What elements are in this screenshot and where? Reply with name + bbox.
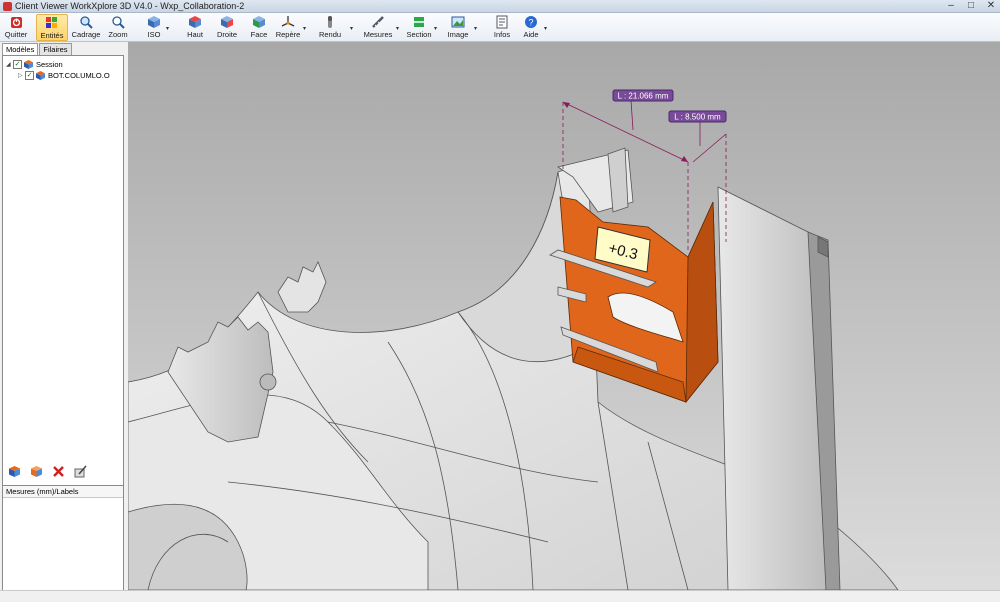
zoom-button[interactable]: Zoom (106, 14, 130, 41)
close-button[interactable]: ✕ (986, 0, 996, 13)
fit-icon (79, 15, 93, 29)
measures-panel: Mesures (mm)/Labels (2, 485, 124, 591)
entities-icon (45, 16, 59, 30)
info-icon (495, 15, 509, 29)
top-view-icon (188, 15, 202, 29)
help-label: Aide (523, 30, 539, 39)
right-view-button[interactable]: Droite (214, 14, 240, 41)
session-checkbox[interactable]: ✓ (13, 60, 22, 69)
svg-text:?: ? (528, 18, 533, 28)
quit-label: Quitter (4, 30, 28, 39)
model-checkbox[interactable]: ✓ (25, 71, 34, 80)
axis-icon (281, 15, 295, 29)
info-button[interactable]: Infos (491, 14, 513, 41)
axis-label: Repère (275, 30, 301, 39)
right-view-icon (220, 15, 234, 29)
section-dropdown-arrow[interactable]: ▾ (434, 25, 437, 32)
zoom-icon (111, 15, 125, 29)
tree-item-session[interactable]: ◢ ✓ Session (6, 59, 63, 70)
render-label: Rendu (318, 30, 342, 39)
axis-button[interactable]: Repère (275, 14, 301, 41)
render-icon (323, 15, 337, 29)
quit-button[interactable]: Quitter (3, 14, 29, 41)
info-label: Infos (493, 30, 511, 39)
3d-viewport[interactable]: L : 21.066 mm L : 8.500 mm +0.3 (128, 42, 1000, 590)
entities-button[interactable]: Entités (36, 14, 68, 41)
app-icon (3, 2, 12, 11)
render-button[interactable]: Rendu (318, 14, 342, 41)
add-model-button[interactable] (7, 464, 21, 478)
cube-add-icon (8, 465, 20, 477)
measure-dropdown-arrow[interactable]: ▾ (396, 25, 399, 32)
measure-label: Mesures (363, 30, 393, 39)
edit-label-button[interactable] (73, 464, 87, 478)
section-icon (412, 15, 426, 29)
window-title: Client Viewer WorkXplore 3D V4.0 - Wxp_C… (15, 1, 245, 11)
tab-wireframes[interactable]: Filaires (39, 43, 72, 55)
measures-header: Mesures (mm)/Labels (3, 486, 123, 498)
model-canvas[interactable]: L : 21.066 mm L : 8.500 mm +0.3 (128, 42, 1000, 590)
edit-icon (74, 465, 87, 477)
svg-text:L : 21.066 mm: L : 21.066 mm (618, 92, 669, 101)
dimension-label-2[interactable]: L : 8.500 mm (668, 110, 727, 123)
delete-button[interactable] (51, 464, 65, 478)
model-tree: ◢ ✓ Session ▷ ✓ BOT.COLUMLO.O (2, 55, 124, 495)
help-icon: ? (524, 15, 538, 29)
render-dropdown-arrow[interactable]: ▾ (350, 25, 353, 32)
image-label: Image (447, 30, 469, 39)
tree-item-model[interactable]: ▷ ✓ BOT.COLUMLO.O (18, 70, 110, 81)
delete-icon (52, 465, 64, 477)
front-view-label: Face (250, 30, 268, 39)
svg-text:L : 8.500 mm: L : 8.500 mm (674, 113, 721, 122)
image-icon (451, 15, 465, 29)
front-view-icon (252, 15, 266, 29)
top-view-button[interactable]: Haut (184, 14, 206, 41)
iso-view-icon (147, 15, 161, 29)
session-cube-icon (24, 60, 33, 69)
quit-icon (9, 15, 23, 29)
right-view-label: Droite (216, 30, 237, 39)
image-dropdown-arrow[interactable]: ▾ (474, 25, 477, 32)
axis-dropdown-arrow[interactable]: ▾ (303, 25, 306, 32)
title-bar: Client Viewer WorkXplore 3D V4.0 - Wxp_C… (0, 0, 1000, 13)
measures-toolbar (2, 460, 127, 482)
front-view-button[interactable]: Face (249, 14, 269, 41)
main-toolbar: Quitter Entités Cadrage Zoom ISO ▾ Haut (0, 13, 1000, 42)
tree-item-label: BOT.COLUMLO.O (48, 71, 110, 80)
collapse-icon[interactable]: ◢ (6, 61, 13, 68)
model-cube-icon (36, 71, 45, 80)
section-label: Section (406, 30, 432, 39)
model-options-button[interactable] (29, 464, 43, 478)
minimize-button[interactable]: – (946, 0, 956, 13)
dimension-label-1[interactable]: L : 21.066 mm (612, 89, 674, 102)
entities-label: Entités (40, 31, 64, 40)
help-dropdown-arrow[interactable]: ▾ (544, 25, 547, 32)
zoom-label: Zoom (108, 30, 128, 39)
iso-view-button[interactable]: ISO (144, 14, 164, 41)
status-bar (0, 590, 1000, 602)
panel-tabs: Modèles Filaires (2, 43, 73, 56)
window-controls: – □ ✕ (946, 0, 996, 13)
measure-icon (371, 15, 385, 29)
iso-dropdown-arrow[interactable]: ▾ (166, 25, 169, 32)
iso-view-label: ISO (147, 30, 161, 39)
expand-icon[interactable]: ▷ (18, 72, 25, 79)
fit-label: Cadrage (71, 30, 101, 39)
cube-settings-icon (30, 465, 42, 477)
top-view-label: Haut (187, 30, 203, 39)
measure-button[interactable]: Mesures (364, 14, 392, 41)
help-button[interactable]: ? Aide (520, 14, 542, 41)
tree-item-label: Session (36, 60, 63, 69)
maximize-button[interactable]: □ (966, 0, 976, 13)
section-button[interactable]: Section (406, 14, 432, 41)
image-button[interactable]: Image (446, 14, 470, 41)
fit-button[interactable]: Cadrage (72, 14, 100, 41)
left-panel: Modèles Filaires ◢ ✓ Session ▷ ✓ BOT.COL… (0, 42, 127, 591)
